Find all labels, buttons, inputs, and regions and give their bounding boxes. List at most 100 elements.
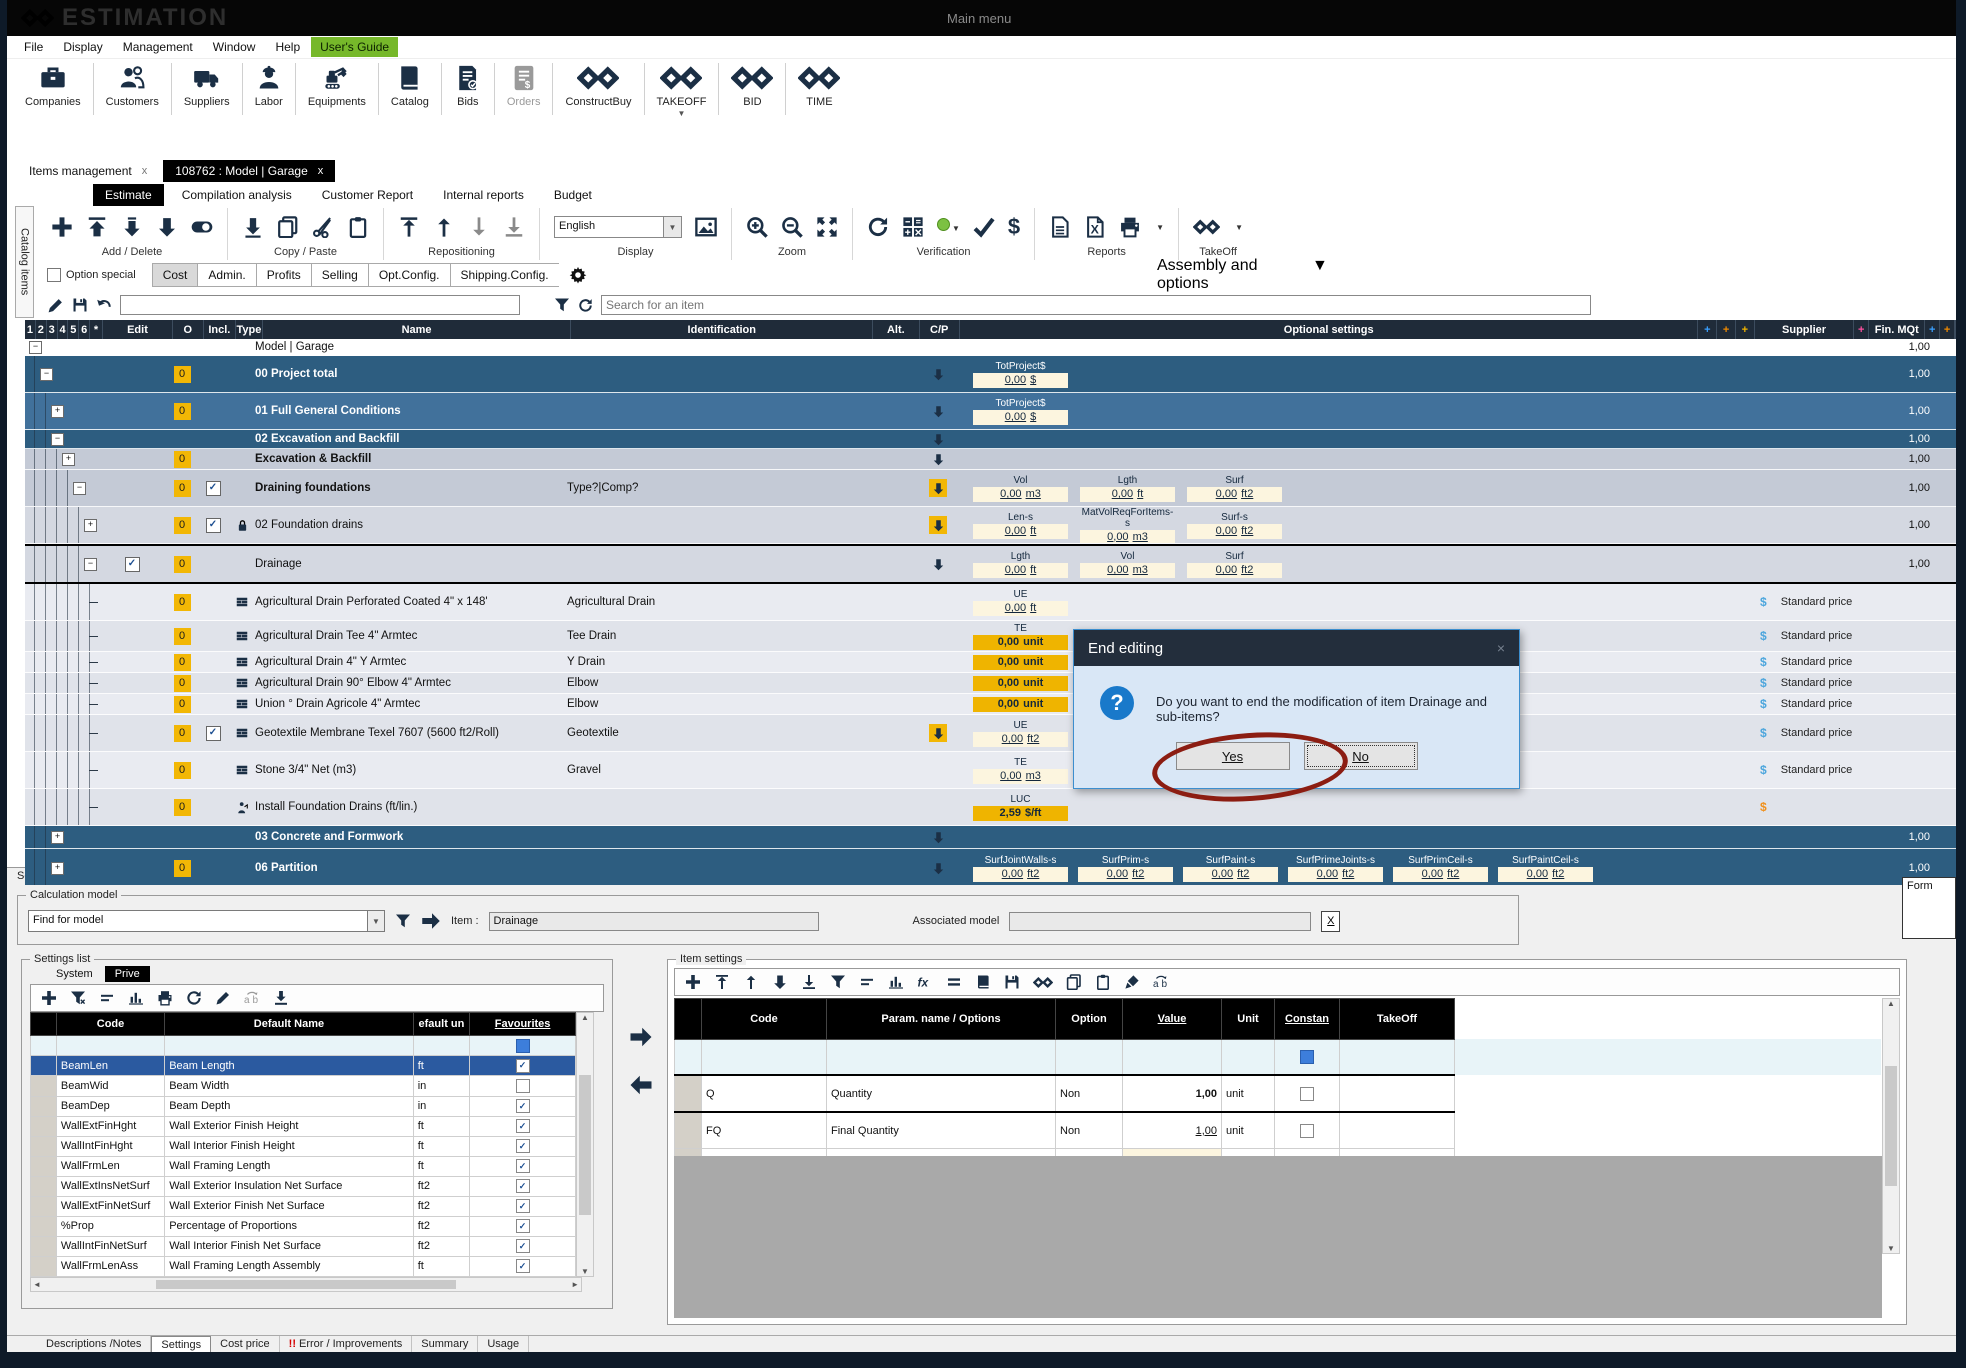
header-plus-icon[interactable]: + [1717, 320, 1736, 339]
header-col-1[interactable]: 1 [25, 320, 36, 339]
tool-chart-icon[interactable] [888, 974, 904, 990]
header-incl[interactable]: Incl. [204, 320, 237, 339]
item-identification[interactable]: Y Drain [567, 652, 872, 672]
tool-book-icon[interactable] [975, 974, 991, 990]
value-cell[interactable]: 0,00m3 [973, 487, 1068, 502]
header-col-2[interactable]: 2 [36, 320, 47, 339]
grid-row[interactable]: −0✓Draining foundationsType?|Comp?Vol0,0… [25, 470, 1956, 507]
ribbon-expand-icon[interactable] [816, 216, 838, 238]
favourite-checkbox[interactable]: ✓ [516, 1119, 530, 1133]
header-col-4[interactable]: 4 [58, 320, 69, 339]
bottom-tab-settings[interactable]: Settings [151, 1336, 211, 1352]
settings-list-row[interactable]: BeamDepBeam Depthin✓ [31, 1096, 576, 1116]
header-plus-icon[interactable]: + [1698, 320, 1717, 339]
option-count-badge[interactable]: 0 [174, 517, 191, 534]
item-identification[interactable] [567, 849, 872, 887]
value-cell[interactable]: 0,00m3 [1080, 530, 1175, 543]
option-count-badge[interactable]: 0 [174, 675, 191, 692]
tree-expander-icon[interactable]: + [84, 519, 97, 532]
viewtab-optconfig[interactable]: Opt.Config. [368, 263, 450, 287]
copy-down-arrow-icon[interactable] [932, 453, 945, 466]
item-name[interactable]: Agricultural Drain Tee 4" Armtec [255, 621, 567, 651]
item-name[interactable]: Excavation & Backfill [255, 449, 567, 469]
edit-pencil-icon[interactable] [47, 297, 64, 314]
item-identification[interactable]: Elbow [567, 673, 872, 693]
value-cell[interactable]: 0,00unit [973, 655, 1068, 670]
tool-chart-icon[interactable] [128, 990, 144, 1006]
menu-window[interactable]: Window [204, 38, 265, 56]
supplier-price-label[interactable]: Standard price [1781, 630, 1853, 642]
constant-checkbox[interactable] [1300, 1087, 1314, 1101]
value-cell[interactable]: 0,00ft [973, 524, 1068, 539]
copy-down-arrow-icon[interactable] [932, 405, 945, 418]
apply-model-arrow-icon[interactable] [421, 911, 441, 931]
grid-row[interactable]: −✓0DrainageLgth0,00ftVol0,00m3Surf0,00ft… [25, 544, 1956, 584]
header-optional-settings[interactable]: Optional settings [960, 320, 1699, 339]
grid-row[interactable]: 0Install Foundation Drains (ft/lin.)LUC2… [25, 789, 1956, 826]
toolbar-bid-button[interactable]: BID [719, 59, 785, 119]
value-cell[interactable]: 0,00ft2 [1187, 487, 1282, 502]
tool-downBarG-icon[interactable] [801, 974, 817, 990]
subtab-internal-reports[interactable]: Internal reports [431, 184, 536, 206]
value-cell[interactable]: 0,00ft2 [1288, 867, 1383, 882]
grid-row[interactable]: 0Agricultural Drain 90° Elbow 4" ArmtecE… [25, 673, 1956, 694]
chevron-down-icon[interactable]: ▼ [678, 109, 686, 118]
favourite-checkbox[interactable] [516, 1079, 530, 1093]
header-plus-icon[interactable]: + [1736, 320, 1755, 339]
settings-list-row[interactable]: WallIntFinHghtWall Interior Finish Heigh… [31, 1136, 576, 1156]
item-identification[interactable] [567, 826, 872, 848]
item-name[interactable]: Union ° Drain Agricole 4" Armtec [255, 694, 567, 714]
item-identification[interactable]: Type?|Comp? [567, 470, 872, 506]
header-plus-icon[interactable]: + [1940, 320, 1955, 339]
option-count-badge[interactable]: 0 [174, 451, 191, 468]
tool-copy-icon[interactable] [1066, 974, 1082, 990]
undo-icon[interactable] [96, 297, 112, 313]
value-cell[interactable]: 0,00ft2 [973, 732, 1068, 747]
supplier-price-label[interactable]: Standard price [1781, 596, 1853, 608]
header-col-6[interactable]: 6 [79, 320, 90, 339]
option-count-badge[interactable]: 0 [174, 696, 191, 713]
tool-plusFat-icon[interactable] [685, 974, 701, 990]
grid-row[interactable]: +001 Full General ConditionsTotProject$0… [25, 393, 1956, 430]
search-input[interactable] [601, 295, 1591, 315]
vertical-scrollbar[interactable]: ▲▼ [1882, 998, 1900, 1254]
value-cell[interactable]: 0,00unit [973, 676, 1068, 691]
tree-expander-icon[interactable]: + [51, 831, 64, 844]
tool-thinUp-icon[interactable] [743, 974, 759, 990]
item-name[interactable]: Install Foundation Drains (ft/lin.) [255, 789, 567, 825]
option-count-badge[interactable]: 0 [174, 403, 191, 420]
catalog-items-side-tab[interactable]: Catalog items [15, 206, 34, 318]
gear-icon[interactable] [569, 266, 587, 284]
formula-input[interactable] [120, 295, 520, 315]
toolbar-companies-button[interactable]: Companies [13, 59, 93, 119]
ribbon-arrowDownIns-icon[interactable] [121, 216, 143, 238]
item-name[interactable]: Agricultural Drain 4" Y Armtec [255, 652, 567, 672]
item-identification[interactable] [567, 393, 872, 429]
option-count-badge[interactable]: 0 [174, 628, 191, 645]
clear-model-button[interactable]: X [1321, 911, 1340, 932]
value-cell[interactable]: 0,00ft [1080, 487, 1175, 502]
value-cell[interactable]: 2,59$/ft [973, 806, 1068, 821]
tool-eq-icon[interactable] [946, 974, 962, 990]
tree-expander-icon[interactable]: − [73, 482, 86, 495]
toolbar-customers-button[interactable]: Customers [94, 59, 171, 119]
header-col-5[interactable]: 5 [68, 320, 79, 339]
toolbar-time-button[interactable]: TIME [786, 59, 852, 119]
dollar-icon[interactable]: $ [1760, 726, 1767, 740]
header-col-*[interactable]: * [90, 320, 103, 339]
move-left-arrow-icon[interactable] [629, 1073, 653, 1097]
ribbon-upBar-icon[interactable] [398, 216, 420, 238]
tool-arrowDownFat-icon[interactable] [772, 974, 788, 990]
refresh-icon[interactable] [578, 298, 593, 313]
copy-down-arrow-icon[interactable] [932, 558, 945, 571]
item-identification[interactable] [567, 546, 872, 582]
header-o[interactable]: O [173, 320, 204, 339]
tool-pencil-icon[interactable] [215, 990, 231, 1006]
ribbon-doc-icon[interactable] [1049, 216, 1071, 238]
value-cell[interactable]: 0,00ft2 [1187, 563, 1282, 578]
tool-importIc-icon[interactable] [273, 990, 289, 1006]
ribbon-image-icon[interactable] [695, 216, 717, 238]
move-right-arrow-icon[interactable] [629, 1025, 653, 1049]
tool-rename-icon[interactable]: ab [244, 990, 260, 1006]
option-count-badge[interactable]: 0 [174, 480, 191, 497]
